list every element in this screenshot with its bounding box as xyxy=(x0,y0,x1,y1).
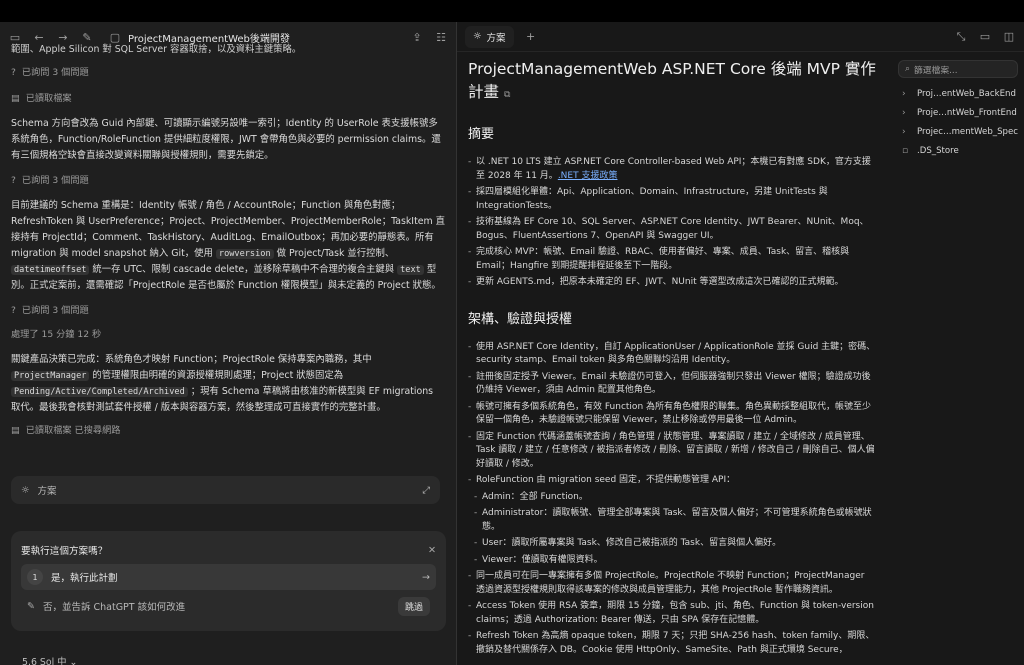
option-label: 否，並告訴 ChatGPT 該如何改進 xyxy=(42,602,186,613)
chat-log: 範圍、Apple Silicon 對 SQL Server 容器取捨，以及資料主… xyxy=(0,42,456,440)
add-tab-icon[interactable]: + xyxy=(524,30,538,44)
plan-title: ProjectManagementWeb ASP.NET Core 後端 MVP… xyxy=(468,60,876,101)
file-icon: ▫ xyxy=(902,145,909,156)
file-item-spec[interactable]: › Projec…mentWeb_Spec xyxy=(898,122,1018,141)
asked-questions-3[interactable]: ? 已詢問 3 個問題 xyxy=(11,302,445,320)
asked-questions-2[interactable]: ? 已詢問 3 個問題 xyxy=(11,172,445,190)
list-item: 採四層模組化單體：Api、Application、Domain、Infrastr… xyxy=(468,186,876,213)
list-item: 固定 Function 代碼涵蓋帳號查詢 / 角色管理 / 狀態管理、專案讀取 … xyxy=(468,431,876,472)
arrow-right-icon: → xyxy=(422,571,430,583)
plan-document: ProjectManagementWeb ASP.NET Core 後端 MVP… xyxy=(457,52,887,665)
dialog-question: 要執行這個方案嗎？ xyxy=(21,546,108,557)
role-item: Viewer：僅讀取有權限資料。 xyxy=(468,554,876,568)
chevron-right-icon: › xyxy=(902,126,906,137)
question-icon: ? xyxy=(11,67,16,78)
terminal-icon[interactable]: ▭ xyxy=(978,30,992,44)
search-icon: ⌕ xyxy=(905,64,910,74)
asked-questions-1[interactable]: ? 已詢問 3 個問題 xyxy=(11,64,445,82)
inline-code: datetimeoffset xyxy=(11,265,90,275)
elapsed-time[interactable]: 處理了 15 分鐘 12 秒 xyxy=(11,326,445,344)
expand-icon[interactable]: ⤢ xyxy=(422,485,430,496)
options-icon[interactable]: ☷ xyxy=(434,30,448,44)
chat-paragraph-2: 目前建議的 Schema 重構是：Identity 帳號 / 角色 / Acco… xyxy=(11,200,446,291)
inline-code: rowversion xyxy=(215,249,274,259)
top-strip xyxy=(0,0,1024,22)
lightbulb-icon: ☼ xyxy=(473,31,482,42)
plan-panel: ☼ 方案 + ⤡ ▭ ◫ ProjectManagementWeb ASP.NE… xyxy=(457,22,1024,665)
execute-plan-dialog: 要執行這個方案嗎？ ✕ 1 是，執行此計劃 → ✎ 否，並告訴 ChatGPT … xyxy=(11,531,446,631)
copy-icon[interactable]: ⧉ xyxy=(504,90,510,100)
book-icon: ▤ xyxy=(11,425,20,436)
chat-panel: ▭ ← → ✎ ▢ ProjectManagementWeb後端開發 ⇪ ☷ 範… xyxy=(0,22,456,665)
architecture-list: 使用 ASP.NET Core Identity，自訂 ApplicationU… xyxy=(468,341,876,658)
pencil-icon: ✎ xyxy=(27,600,35,612)
list-item: 同一成員可在同一專案擁有多個 ProjectRole。ProjectRole 不… xyxy=(468,570,876,597)
section-summary: 摘要 xyxy=(468,127,495,142)
tab-plan[interactable]: ☼ 方案 xyxy=(465,25,514,48)
model-selector[interactable]: 5.6 Sol 中 ⌄ xyxy=(22,654,77,665)
list-item: 技術基線為 EF Core 10、SQL Server、ASP.NET Core… xyxy=(468,216,876,243)
plan-chip-label: 方案 xyxy=(37,486,57,497)
option-execute-plan[interactable]: 1 是，執行此計劃 → xyxy=(21,564,436,590)
file-filter-input[interactable]: ⌕ 篩選檔案... xyxy=(898,60,1018,78)
book-icon: ▤ xyxy=(11,93,20,104)
list-item: 完成核心 MVP：帳號、Email 驗證、RBAC、使用者偏好、專案、成員、Ta… xyxy=(468,246,876,273)
option-number: 1 xyxy=(27,569,43,585)
collapse-icon[interactable]: ⤡ xyxy=(954,30,968,44)
option-label: 是，執行此計劃 xyxy=(51,573,118,584)
list-item: Refresh Token 為高熵 opaque token，期限 7 天；只把… xyxy=(468,630,876,657)
list-item: 以 .NET 10 LTS 建立 ASP.NET Core Controller… xyxy=(468,156,876,183)
list-item: Access Token 使用 RSA 簽章，期限 15 分鐘，包含 sub、j… xyxy=(468,600,876,627)
inline-code: text xyxy=(397,265,424,275)
read-search-status[interactable]: ▤ 已讀取檔案 已搜尋網路 xyxy=(11,422,445,440)
close-icon[interactable]: ✕ xyxy=(428,545,436,556)
skip-button[interactable]: 跳過 xyxy=(397,596,430,616)
role-item: Administrator：讀取帳號、管理全部專案與 Task、留言及個人偏好；… xyxy=(468,507,876,534)
role-item: User：讀取所屬專案與 Task、修改自己被指派的 Task、留言與個人偏好。 xyxy=(468,537,876,551)
dialog-header: 要執行這個方案嗎？ ✕ xyxy=(21,539,436,561)
file-explorer: ⌕ 篩選檔案... › Proj…entWeb_BackEnd › Proje…nt… xyxy=(892,52,1024,665)
file-item-frontend[interactable]: › Proje…ntWeb_FrontEnd xyxy=(898,103,1018,122)
question-icon: ? xyxy=(11,305,16,316)
inline-code: Pending/Active/Completed/Archived xyxy=(11,387,188,397)
list-item: 使用 ASP.NET Core Identity，自訂 ApplicationU… xyxy=(468,341,876,368)
option-improve-plan[interactable]: ✎ 否，並告訴 ChatGPT 該如何改進 跳過 xyxy=(21,593,436,619)
plan-tabbar: ☼ 方案 + ⤡ ▭ ◫ xyxy=(457,22,1024,52)
chat-paragraph-3: 關鍵產品決策已完成：系統角色才映射 Function；ProjectRole 保… xyxy=(11,354,434,413)
list-item: 註冊後固定授予 Viewer。Email 未驗證仍可登入，但伺服器強制只發出 V… xyxy=(468,371,876,398)
file-item-backend[interactable]: › Proj…entWeb_BackEnd xyxy=(898,84,1018,103)
lightbulb-icon: ☼ xyxy=(21,484,30,496)
list-item: 更新 AGENTS.md，把原本未確定的 EF、JWT、NUnit 等選型改成這… xyxy=(468,276,876,290)
share-icon[interactable]: ⇪ xyxy=(410,30,424,44)
plan-chip[interactable]: ☼ 方案 ⤢ xyxy=(11,476,440,504)
split-view-icon[interactable]: ◫ xyxy=(1002,30,1016,44)
list-item: RoleFunction 由 migration seed 固定，不提供動態管理… xyxy=(468,474,876,488)
list-item: 帳號可擁有多個系統角色，有效 Function 為所有角色權限的聯集。角色異動採… xyxy=(468,401,876,428)
chevron-right-icon: › xyxy=(902,88,906,99)
role-item: Admin：全部 Function。 xyxy=(468,491,876,505)
support-policy-link[interactable]: .NET 支援政策 xyxy=(558,171,618,181)
read-file-1[interactable]: ▤ 已讀取檔案 xyxy=(11,90,445,108)
inline-code: ProjectManager xyxy=(11,371,90,381)
chat-top-text: 範圍、Apple Silicon 對 SQL Server 容器取捨，以及資料主… xyxy=(11,44,302,55)
section-architecture: 架構、驗證與授權 xyxy=(468,311,573,327)
chat-paragraph-1: Schema 方向會改為 Guid 內部鍵、可讀顯示編號另設唯一索引；Ident… xyxy=(11,118,441,161)
chevron-right-icon: › xyxy=(902,107,906,118)
summary-list: 以 .NET 10 LTS 建立 ASP.NET Core Controller… xyxy=(468,156,876,290)
chevron-down-icon: ⌄ xyxy=(69,657,78,665)
file-item-ds-store[interactable]: ▫ .DS_Store xyxy=(898,141,1018,160)
question-icon: ? xyxy=(11,175,16,186)
